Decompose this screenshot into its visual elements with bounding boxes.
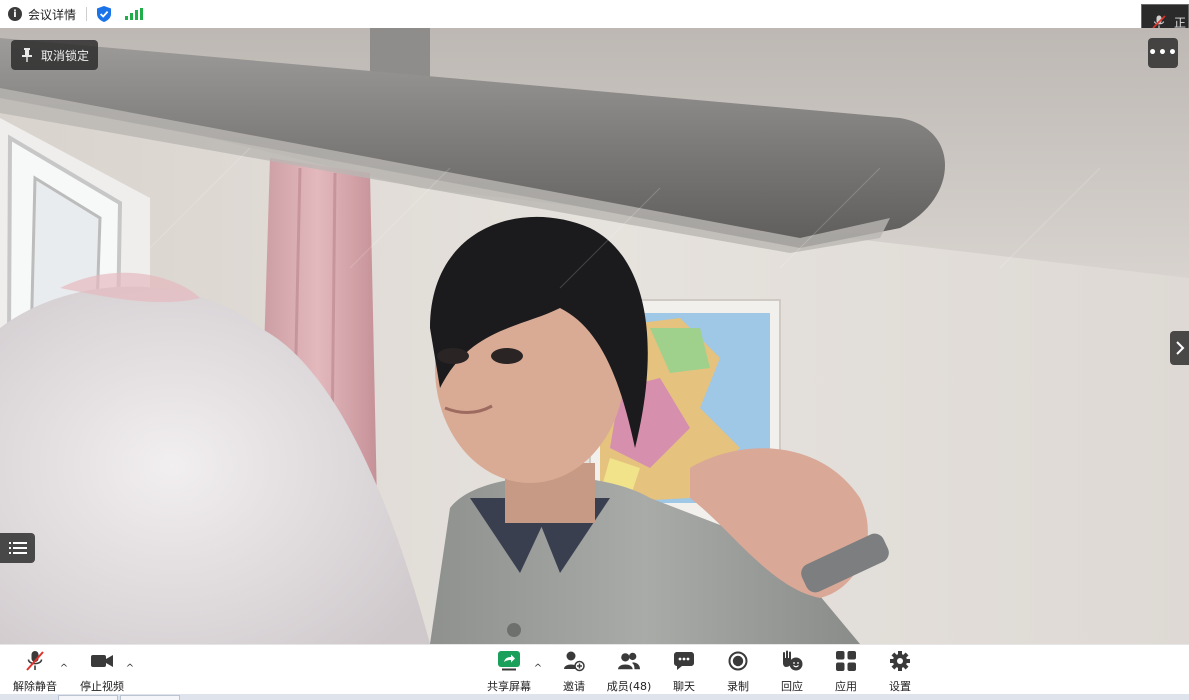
stop-video-button[interactable]: 停止视频 xyxy=(74,650,130,694)
network-signal-icon[interactable] xyxy=(125,8,144,20)
share-screen-label: 共享屏幕 xyxy=(487,680,531,693)
video-options-caret[interactable]: ^ xyxy=(125,663,135,674)
reaction-hand-icon xyxy=(783,650,803,671)
unpin-button[interactable]: 取消锁定 xyxy=(11,40,99,70)
apps-grid-icon xyxy=(836,651,856,671)
record-icon xyxy=(728,651,748,671)
info-icon[interactable]: i xyxy=(8,7,22,21)
chevron-right-icon xyxy=(1175,341,1184,355)
next-page-button[interactable] xyxy=(1170,331,1189,365)
reactions-label: 回应 xyxy=(781,680,803,693)
share-options-caret[interactable]: ^ xyxy=(533,663,543,674)
security-shield-icon[interactable] xyxy=(97,6,112,22)
meeting-toolbar: 解除静音 ^ 停止视频 ^ 共享屏幕 ^ 邀请 成员(48) 聊天 录制 回应 … xyxy=(0,644,1189,694)
settings-label: 设置 xyxy=(889,680,911,693)
taskbar-strip xyxy=(0,694,1189,700)
invite-button[interactable]: 邀请 xyxy=(546,650,602,694)
share-screen-button[interactable]: 共享屏幕 xyxy=(481,650,537,694)
participant-video-frame xyxy=(0,28,1189,644)
taskbar-tab[interactable] xyxy=(58,695,118,700)
video-feed: 取消锁定 ••• xyxy=(0,28,1189,644)
taskbar-tab[interactable] xyxy=(120,695,180,700)
video-camera-icon xyxy=(91,655,113,667)
chat-button[interactable]: 聊天 xyxy=(656,650,712,694)
invite-person-icon xyxy=(564,651,585,672)
unmute-label: 解除静音 xyxy=(13,680,57,693)
apps-button[interactable]: 应用 xyxy=(818,650,874,694)
participant-list-toggle[interactable] xyxy=(0,533,35,563)
meeting-window: i 会议详情 正 取消锁定 ••• 解除静音 ^ 停止视频 ^ 共享屏幕 ^ 邀… xyxy=(0,0,1189,700)
apps-label: 应用 xyxy=(835,680,857,693)
invite-label: 邀请 xyxy=(563,680,585,693)
reactions-button[interactable]: 回应 xyxy=(764,650,820,694)
meeting-details-link[interactable]: 会议详情 xyxy=(28,6,76,23)
pin-icon xyxy=(22,48,32,62)
participants-button[interactable]: 成员(48) xyxy=(601,650,657,694)
share-screen-icon xyxy=(498,651,520,671)
mic-muted-icon xyxy=(26,651,44,671)
participants-label: 成员(48) xyxy=(606,680,652,693)
divider xyxy=(86,7,88,21)
meeting-info-bar: i 会议详情 xyxy=(0,0,1189,28)
chat-icon xyxy=(674,652,694,670)
record-button[interactable]: 录制 xyxy=(710,650,766,694)
participants-icon xyxy=(618,652,640,670)
more-options-button[interactable]: ••• xyxy=(1148,38,1178,68)
unpin-label: 取消锁定 xyxy=(41,48,90,63)
unmute-button[interactable]: 解除静音 xyxy=(7,650,63,694)
audio-options-caret[interactable]: ^ xyxy=(59,663,69,674)
stop-video-label: 停止视频 xyxy=(80,680,124,693)
record-label: 录制 xyxy=(727,680,749,693)
gear-icon xyxy=(890,651,910,671)
settings-button[interactable]: 设置 xyxy=(872,650,928,694)
mic-off-icon xyxy=(1152,15,1166,29)
chat-label: 聊天 xyxy=(673,680,695,693)
more-icon: ••• xyxy=(1148,45,1178,61)
list-icon xyxy=(8,542,27,554)
